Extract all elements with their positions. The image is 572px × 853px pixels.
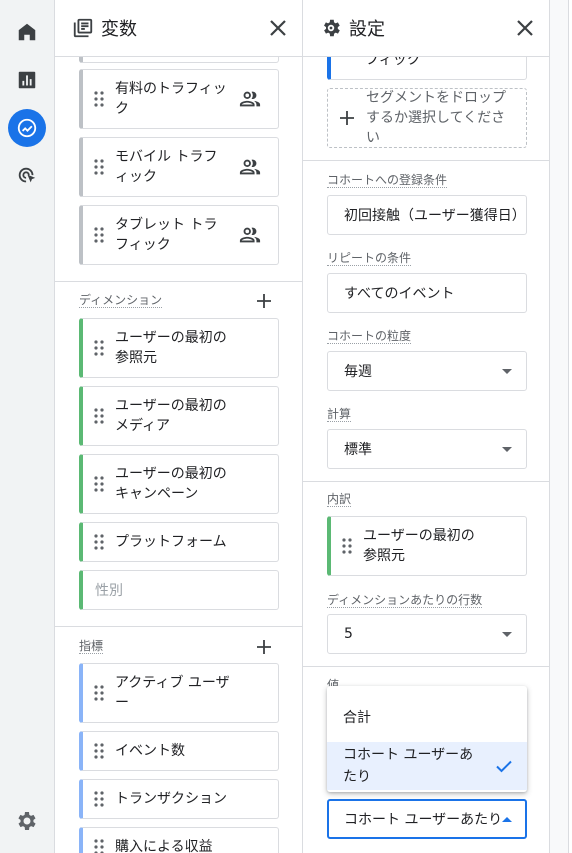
drag-handle-icon[interactable] xyxy=(331,517,363,575)
metric-chip[interactable]: イベント数 xyxy=(79,731,279,771)
drag-handle-icon[interactable] xyxy=(83,138,115,196)
section-divider xyxy=(303,160,549,161)
metric-label: イベント数 xyxy=(115,743,185,759)
rows-per-dimension-select[interactable]: 5 xyxy=(327,614,527,654)
dimension-label: プラットフォーム xyxy=(115,534,227,550)
drag-handle-icon[interactable] xyxy=(83,319,115,377)
metric-label: 購入による収益 xyxy=(115,839,213,853)
values-selected: コホート ユーザーあたり xyxy=(344,812,503,828)
dimension-chip[interactable]: プラットフォーム xyxy=(79,522,279,562)
segment-label: タブレット トラフィック xyxy=(115,217,218,253)
user-segment-icon xyxy=(239,88,261,110)
granularity-label: コホートの粒度 xyxy=(327,329,412,344)
section-divider xyxy=(55,626,302,627)
drag-handle-icon[interactable] xyxy=(83,387,115,445)
dimension-label: ユーザーの最初のキャンペーン xyxy=(115,466,227,502)
canvas-border xyxy=(568,0,572,853)
left-nav-rail xyxy=(0,0,55,853)
dimensions-label: ディメンション xyxy=(79,293,163,308)
reports-icon[interactable] xyxy=(8,61,46,99)
dimension-chip[interactable]: ユーザーの最初のキャンペーン xyxy=(79,454,279,514)
option-label: コホート ユーザーあたり xyxy=(343,747,474,785)
return-criteria-field[interactable]: すべてのイベント xyxy=(327,273,527,313)
metric-chip[interactable]: トランザクション xyxy=(79,779,279,819)
dimension-placeholder: 性別 xyxy=(95,583,123,599)
calculation-select[interactable]: 標準 xyxy=(327,429,527,469)
calculation-value: 標準 xyxy=(344,442,372,458)
drag-handle-icon[interactable] xyxy=(83,455,115,513)
drag-handle-icon[interactable] xyxy=(83,780,115,818)
dropdown-caret-icon xyxy=(502,632,512,637)
segment-chip[interactable]: 有料のトラフィック xyxy=(79,69,279,129)
values-select[interactable]: コホート ユーザーあたり xyxy=(327,799,527,839)
segment-dropzone[interactable]: セグメントをドロップするか選択してください xyxy=(327,88,527,148)
user-segment-icon xyxy=(239,156,261,178)
check-icon xyxy=(496,760,512,773)
dropzone-text: セグメントをドロップするか選択してください xyxy=(366,90,506,146)
close-variables-icon[interactable] xyxy=(266,16,290,40)
drag-handle-icon[interactable] xyxy=(83,732,115,770)
explore-icon[interactable] xyxy=(8,109,46,147)
metrics-label: 指標 xyxy=(79,639,104,654)
add-dimension-plus-icon[interactable] xyxy=(253,290,275,312)
admin-gear-icon[interactable] xyxy=(14,809,40,835)
settings-header: 設定 xyxy=(303,0,549,57)
dimension-label: ユーザーの最初の参照元 xyxy=(115,330,227,366)
rows-per-dimension-label: ディメンションあたりの行数 xyxy=(327,593,483,608)
variables-title: 変数 xyxy=(101,19,137,40)
settings-title: 設定 xyxy=(349,19,385,40)
close-settings-icon[interactable] xyxy=(513,16,537,40)
values-option-total[interactable]: 合計 xyxy=(327,694,527,742)
segment-chip[interactable]: タブレット トラフィック xyxy=(79,205,279,265)
dropdown-caret-up-icon xyxy=(502,817,512,822)
drag-handle-icon[interactable] xyxy=(83,206,115,264)
drag-handle-icon[interactable] xyxy=(83,70,115,128)
settings-panel: 設定 フィック セグメントをドロップするか選択してください コホートへの登録条件… xyxy=(303,0,550,853)
metric-chip[interactable]: アクティブ ユーザー xyxy=(79,663,279,723)
add-segment-plus-icon[interactable] xyxy=(328,110,366,126)
calculation-label: 計算 xyxy=(327,407,352,422)
section-divider xyxy=(303,481,549,482)
dimension-chip[interactable]: ユーザーの最初のメディア xyxy=(79,386,279,446)
variables-header: 変数 xyxy=(55,0,302,57)
dropdown-caret-icon xyxy=(502,369,512,374)
user-segment-icon xyxy=(239,224,261,246)
values-dropdown-menu: 合計 コホート ユーザーあたり xyxy=(327,686,527,792)
option-label: 合計 xyxy=(343,710,371,726)
dropdown-caret-icon xyxy=(502,447,512,452)
section-divider xyxy=(303,666,549,667)
values-option-per-cohort-user[interactable]: コホート ユーザーあたり xyxy=(327,742,527,790)
granularity-value: 毎週 xyxy=(344,364,372,380)
breakdown-label: 内訳 xyxy=(327,492,352,507)
segment-chip[interactable]: モバイル トラフィック xyxy=(79,137,279,197)
return-criteria-label: リピートの条件 xyxy=(327,251,412,266)
home-icon[interactable] xyxy=(8,13,46,51)
dimension-label: ユーザーの最初のメディア xyxy=(115,398,227,434)
metric-chip[interactable]: 購入による収益 xyxy=(79,827,279,853)
breakdown-value: ユーザーの最初の参照元 xyxy=(363,528,475,564)
segment-label: 有料のトラフィック xyxy=(115,81,227,117)
rows-per-dimension-value: 5 xyxy=(344,626,353,642)
return-criteria-value: すべてのイベント xyxy=(344,286,455,302)
dimension-drop-slot[interactable]: 性別 xyxy=(79,570,279,610)
drag-handle-icon[interactable] xyxy=(83,664,115,722)
dimension-chip[interactable]: ユーザーの最初の参照元 xyxy=(79,318,279,378)
drag-handle-icon[interactable] xyxy=(83,828,115,853)
segment-label: モバイル トラフィック xyxy=(115,149,218,185)
granularity-select[interactable]: 毎週 xyxy=(327,351,527,391)
advertising-icon[interactable] xyxy=(8,157,46,195)
add-metric-plus-icon[interactable] xyxy=(253,636,275,658)
cohort-inclusion-label: コホートへの登録条件 xyxy=(327,173,448,188)
variables-panel: 変数 有料のトラフィック モバイル トラフィック タブレット トラフィック ディ… xyxy=(55,0,303,853)
canvas-edge xyxy=(550,0,572,853)
cohort-inclusion-field[interactable]: 初回接触（ユーザー獲得日） xyxy=(327,195,527,235)
metric-label: トランザクション xyxy=(115,791,227,807)
settings-gear-icon xyxy=(319,16,343,40)
metric-label: アクティブ ユーザー xyxy=(115,675,230,711)
variables-icon xyxy=(71,16,95,40)
section-divider xyxy=(55,281,302,282)
breakdown-chip[interactable]: ユーザーの最初の参照元 xyxy=(327,516,527,576)
drag-handle-icon[interactable] xyxy=(83,523,115,561)
cohort-inclusion-value: 初回接触（ユーザー獲得日） xyxy=(344,208,526,224)
